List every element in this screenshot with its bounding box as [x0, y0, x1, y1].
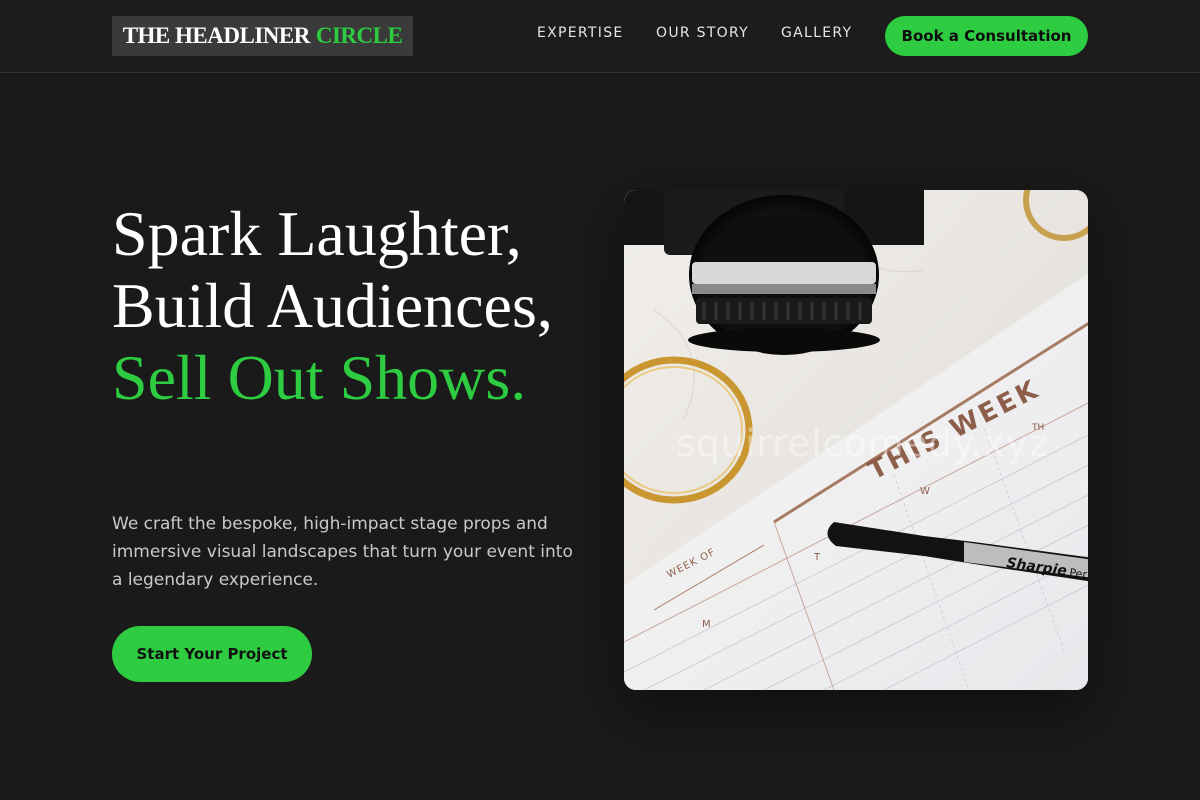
top-navbar: THE HEADLINER CIRCLE EXPERTISE OUR STORY…	[0, 0, 1200, 73]
headline-accent-text: Sell Out Shows.	[112, 342, 527, 413]
nav-link-expertise[interactable]: EXPERTISE	[537, 25, 624, 45]
hero-image: THIS WEEK WEEK OF M T W TH Sharpie Per s…	[624, 190, 1088, 690]
hero-description: We craft the bespoke, high-impact stage …	[112, 514, 573, 590]
logo-text-primary: THE HEADLINER	[122, 23, 311, 48]
nav-link-gallery[interactable]: GALLERY	[781, 25, 852, 45]
planner-day-w: W	[920, 486, 930, 497]
start-project-button[interactable]: Start Your Project	[112, 626, 312, 682]
logo-text-accent: CIRCLE	[315, 23, 403, 48]
headline-white-text: Spark Laughter, Build Audiences,	[112, 198, 553, 341]
book-consultation-button[interactable]: Book a Consultation	[885, 16, 1088, 56]
planner-day-t: T	[813, 552, 821, 563]
planner-day-m: M	[702, 619, 711, 630]
brand-logo[interactable]: THE HEADLINER CIRCLE	[112, 16, 413, 56]
nav-link-our-story[interactable]: OUR STORY	[656, 25, 749, 45]
watermark-text: squirrelcomedy.xyz	[676, 422, 1050, 465]
hero-headline: Spark Laughter, Build Audiences, Sell Ou…	[112, 198, 592, 414]
pen-suffix: Per	[1069, 566, 1088, 581]
